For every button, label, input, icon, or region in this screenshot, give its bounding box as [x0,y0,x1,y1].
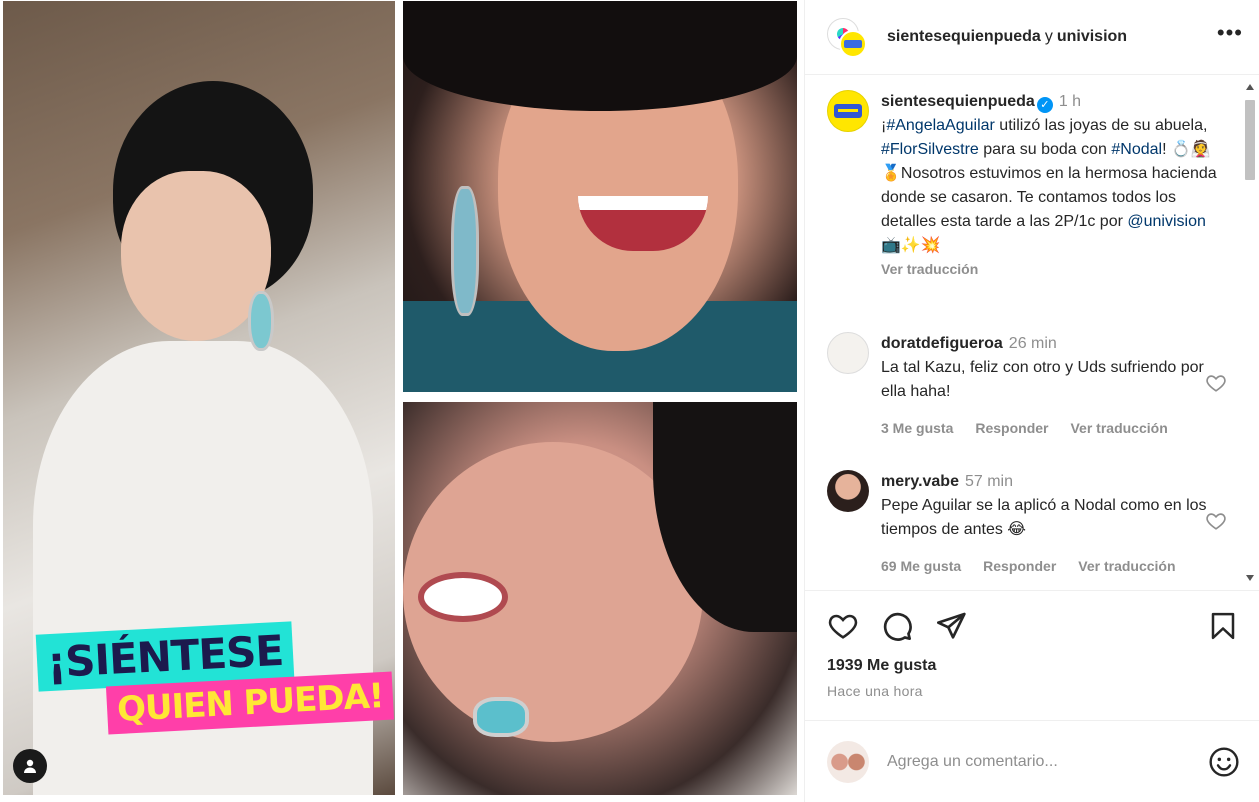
hashtag-link[interactable]: #Nodal [1111,141,1162,158]
hair-shape [403,1,797,111]
see-translation-link[interactable]: Ver traducción [1078,554,1175,578]
post-media[interactable]: ¡SIÉNTESE QUIEN PUEDA! [0,0,804,802]
comment-icon[interactable] [881,610,913,642]
sientesequienpueda-avatar[interactable] [839,30,867,58]
caption-avatar[interactable] [827,90,869,132]
commenter-username[interactable]: doratdefigueroa [881,335,1003,352]
comment-likes[interactable]: 69 Me gusta [881,554,961,578]
commenter-avatar[interactable] [827,332,869,374]
photo-grandmother [403,1,797,392]
hashtag-link[interactable]: #AngelaAguilar [886,117,995,134]
account-link[interactable]: sientesequienpueda [887,28,1041,45]
comment-like-heart-icon[interactable] [1205,510,1227,532]
paper-plane-icon[interactable] [935,610,967,642]
see-translation-link[interactable]: Ver traducción [881,260,1227,278]
heart-icon[interactable] [827,610,859,642]
reply-button[interactable]: Responder [975,416,1048,440]
joiner-text: y [1044,28,1053,45]
caption-time[interactable]: 1 h [1059,93,1081,110]
show-logo-icon [844,40,862,48]
comment-text: Pepe Aguilar se la aplicó a Nodal como e… [881,497,1207,538]
likes-count[interactable]: 1939 Me gusta [827,657,1238,675]
comment-meta: 69 Me gusta Responder Ver traducción [881,554,1227,578]
post-header: sientesequienpueda y univision ••• [805,0,1259,75]
show-logo: ¡SIÉNTESE QUIEN PUEDA! [35,621,395,735]
post-side-panel: sientesequienpueda y univision ••• sientes… [804,0,1259,802]
reply-button[interactable]: Responder [983,554,1056,578]
caption-username[interactable]: sientesequienpueda [881,93,1035,110]
commenter-avatar[interactable] [827,470,869,512]
earring-shape [248,291,274,351]
show-logo-icon [834,104,862,118]
see-translation-link[interactable]: Ver traducción [1070,416,1167,440]
person-icon [24,759,36,773]
comment-text: La tal Kazu, feliz con otro y Uds sufrie… [881,359,1204,400]
comments-scrollbar[interactable] [1243,80,1257,585]
more-horizontal-icon: ••• [1216,20,1243,45]
hashtag-link[interactable]: #FlorSilvestre [881,141,979,158]
comment-time[interactable]: 26 min [1009,335,1057,352]
account-link[interactable]: univision [1057,28,1127,45]
comment-body: mery.vabe 57 min Pepe Aguilar se la aplic… [881,470,1227,578]
verified-badge-icon: ✓ [1036,97,1053,113]
comment-time[interactable]: 57 min [965,473,1013,490]
caption-body: sientesequienpueda ✓ 1 h ¡#AngelaAguilar u… [881,90,1227,278]
comment-likes[interactable]: 3 Me gusta [881,416,953,440]
bookmark-icon[interactable] [1208,611,1238,641]
tagged-users-button[interactable] [13,749,47,783]
more-options-button[interactable]: ••• [1217,22,1243,52]
smile-shape [418,572,508,622]
caption: sientesequienpueda ✓ 1 h ¡#AngelaAguilar u… [827,90,1227,278]
comment-input[interactable] [887,752,1208,771]
current-user-avatar [827,740,869,783]
commenter-username[interactable]: mery.vabe [881,473,959,490]
collab-avatars[interactable] [827,18,867,58]
action-left-group [827,610,1208,642]
earring-shape [451,186,479,316]
scroll-down-arrow-icon[interactable] [1246,575,1254,581]
comment-like-heart-icon[interactable] [1205,372,1227,394]
post-actions: 1939 Me gusta Hace una hora [805,590,1259,699]
action-bar [827,609,1238,643]
earring-shape [473,697,529,737]
collab-names: sientesequienpueda y univision [887,28,1217,46]
caption-text: utilizó las joyas de su abuela, [994,117,1208,134]
scroll-thumb[interactable] [1245,100,1255,180]
scroll-up-arrow-icon[interactable] [1246,84,1254,90]
comment-body: doratdefigueroa 26 min La tal Kazu, feliz… [881,332,1227,440]
post-timestamp[interactable]: Hace una hora [827,683,1238,699]
photo-earring-closeup [403,402,797,795]
caption-text: para su boda con [978,141,1112,158]
comment-meta: 3 Me gusta Responder Ver traducción [881,416,1227,440]
add-comment-bar [805,720,1259,802]
mention-link[interactable]: @univision [1127,213,1206,230]
comments-list[interactable]: sientesequienpueda ✓ 1 h ¡#AngelaAguilar u… [805,76,1259,589]
smiley-icon[interactable] [1208,746,1240,778]
caption-text: 📺✨💥 [881,237,941,254]
comment-item: mery.vabe 57 min Pepe Aguilar se la aplic… [827,470,1227,578]
comment-item: doratdefigueroa 26 min La tal Kazu, feliz… [827,332,1227,440]
